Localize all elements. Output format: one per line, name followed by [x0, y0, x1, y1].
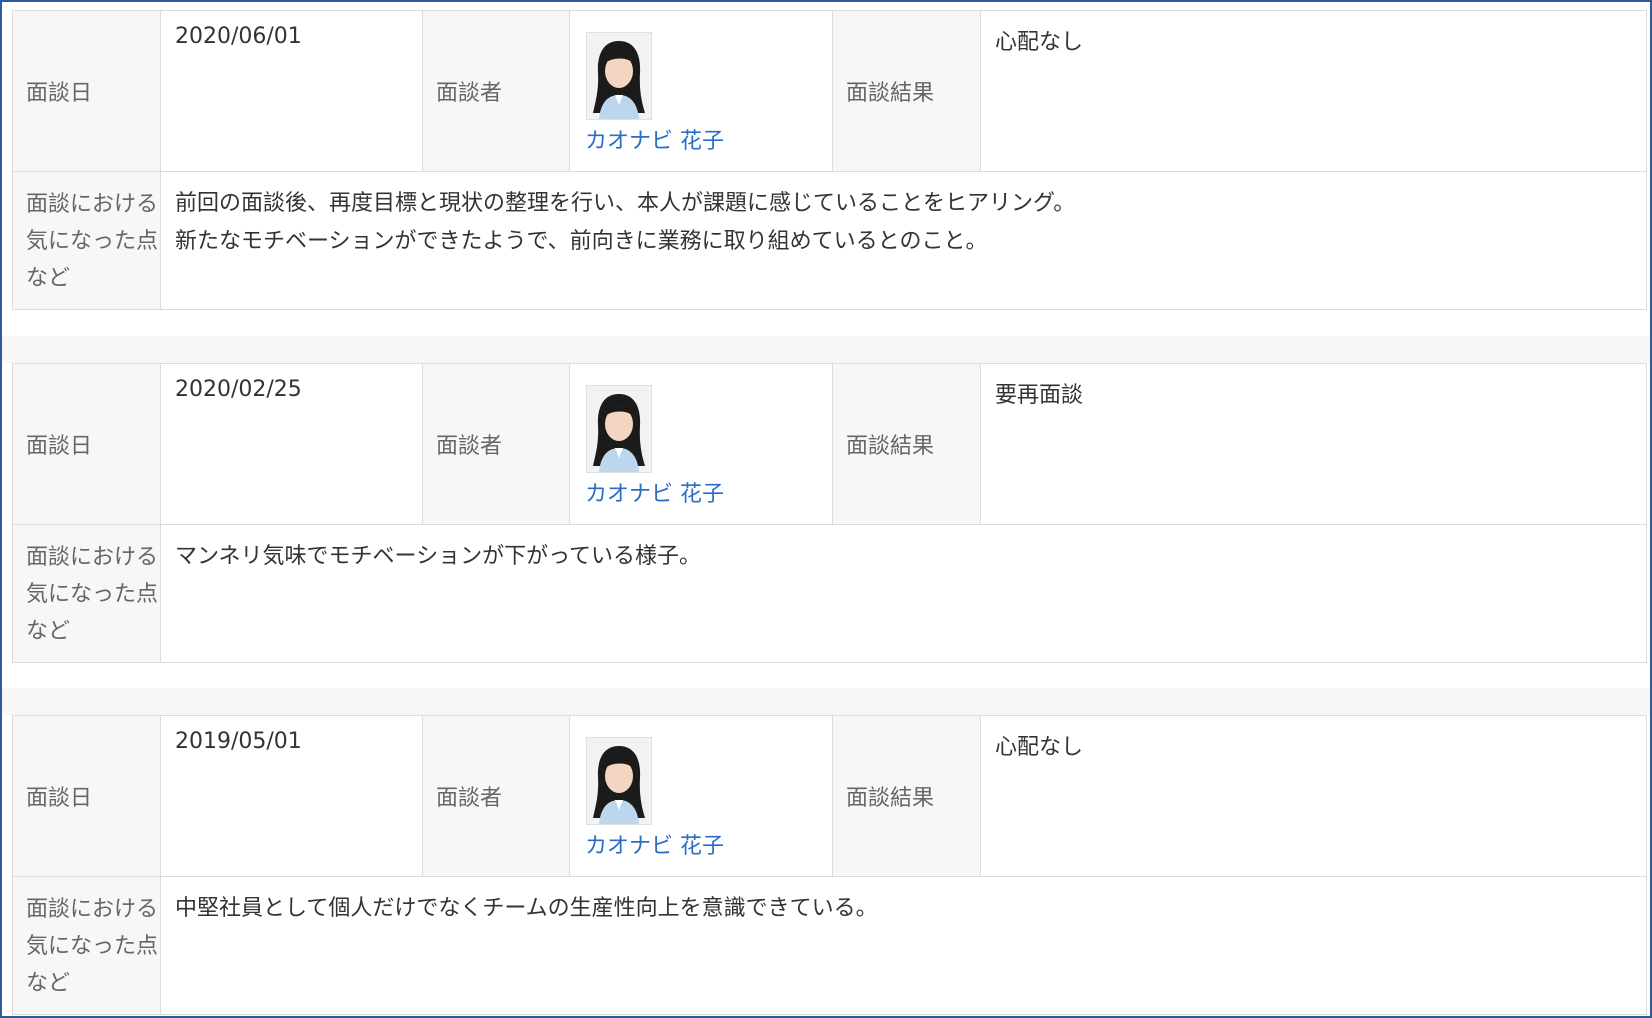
- interviewer-name-link[interactable]: カオナビ 花子: [585, 828, 724, 860]
- interview-record: 面談日 2019/05/01 面談者 カオナビ 花子 面談結果 心配なし 面談に…: [12, 715, 1647, 1015]
- notes-value: マンネリ気味でモチベーションが下がっている様子。: [161, 525, 1646, 662]
- record-separator: [2, 688, 1650, 715]
- person-photo-icon[interactable]: [586, 737, 652, 825]
- notes-line: 中堅社員として個人だけでなくチームの生産性向上を意識できている。: [175, 896, 878, 921]
- result-label: 面談結果: [833, 716, 980, 876]
- interviewer-cell: カオナビ 花子: [570, 364, 832, 524]
- notes-line: マンネリ気味でモチベーションが下がっている様子。: [175, 544, 702, 569]
- interviewer-label: 面談者: [423, 364, 569, 524]
- interview-date-value: 2019/05/01: [161, 716, 422, 876]
- notes-label: 面談における気になった点など: [13, 877, 160, 1014]
- interviewer-cell: カオナビ 花子: [570, 11, 832, 171]
- result-label: 面談結果: [833, 364, 980, 524]
- interviewer-label: 面談者: [423, 11, 569, 171]
- notes-value: 前回の面談後、再度目標と現状の整理を行い、本人が課題に感じていることをヒアリング…: [161, 172, 1646, 309]
- notes-label: 面談における気になった点など: [13, 525, 160, 662]
- result-value: 心配なし: [981, 716, 1646, 876]
- interview-date-label: 面談日: [13, 716, 160, 876]
- result-value: 要再面談: [981, 364, 1646, 524]
- interview-date-value: 2020/06/01: [161, 11, 422, 171]
- interview-date-label: 面談日: [13, 11, 160, 171]
- interview-records-panel: 面談日 2020/06/01 面談者 カオナビ 花子 面談結果 心配なし 面談に…: [0, 0, 1652, 1018]
- person-photo-icon[interactable]: [586, 385, 652, 473]
- result-value: 心配なし: [981, 11, 1646, 171]
- interview-record: 面談日 2020/06/01 面談者 カオナビ 花子 面談結果 心配なし 面談に…: [12, 10, 1647, 310]
- notes-label: 面談における気になった点など: [13, 172, 160, 309]
- interviewer-label: 面談者: [423, 716, 569, 876]
- notes-value: 中堅社員として個人だけでなくチームの生産性向上を意識できている。: [161, 877, 1646, 1014]
- interview-record: 面談日 2020/02/25 面談者 カオナビ 花子 面談結果 要再面談 面談に…: [12, 363, 1647, 663]
- notes-line: 新たなモチベーションができたようで、前向きに業務に取り組めているとのこと。: [175, 229, 988, 254]
- notes-line: 前回の面談後、再度目標と現状の整理を行い、本人が課題に感じていることをヒアリング…: [175, 191, 1076, 216]
- interview-date-value: 2020/02/25: [161, 364, 422, 524]
- interviewer-name-link[interactable]: カオナビ 花子: [585, 123, 724, 155]
- interviewer-cell: カオナビ 花子: [570, 716, 832, 876]
- interview-date-label: 面談日: [13, 364, 160, 524]
- person-photo-icon[interactable]: [586, 32, 652, 120]
- interviewer-name-link[interactable]: カオナビ 花子: [585, 476, 724, 508]
- result-label: 面談結果: [833, 11, 980, 171]
- record-separator: [2, 336, 1650, 363]
